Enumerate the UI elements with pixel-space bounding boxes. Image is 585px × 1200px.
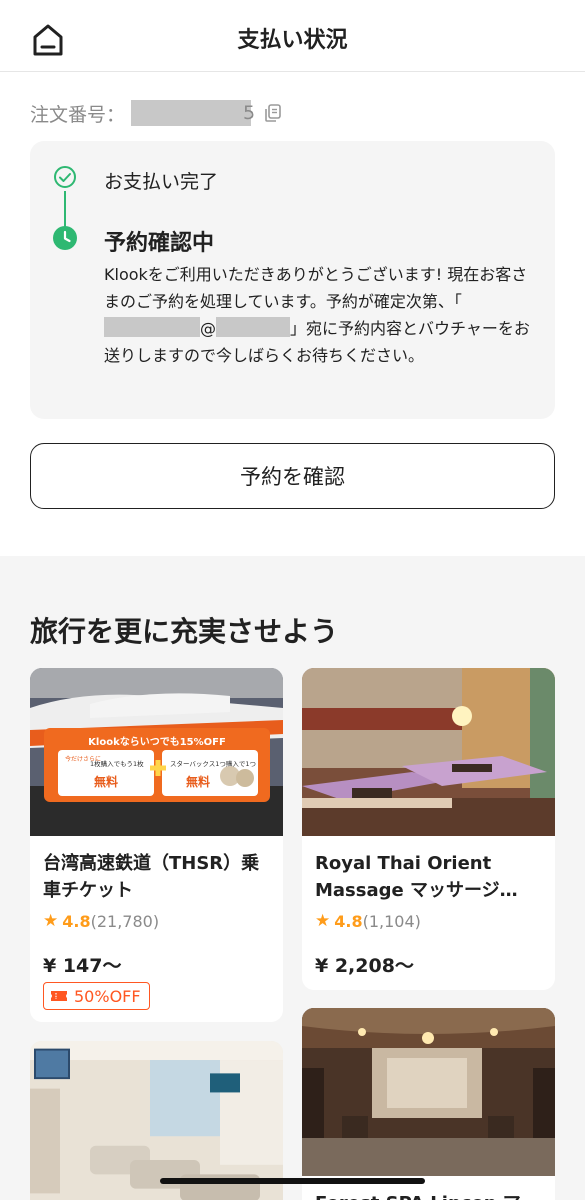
- thsr-banner-image: Klookならいつでも15%OFF 今だけさらに 1枚購入でもう1枚 無料 スタ…: [30, 668, 283, 836]
- review-count: (1,104): [362, 911, 421, 931]
- product-price: ¥ 2,208〜: [315, 955, 414, 977]
- top-bar: 支払い状況: [0, 0, 585, 72]
- svg-text:スターバックス1つ購入で1つ: スターバックス1つ購入で1つ: [170, 759, 256, 768]
- product-rating: ★ 4.8 (21,780): [43, 911, 159, 931]
- home-indicator: [160, 1178, 425, 1184]
- email-redacted-domain: [216, 317, 290, 337]
- product-price: ¥ 147〜: [43, 955, 122, 977]
- check-circle-icon: [54, 166, 76, 188]
- order-number-tail: 5: [243, 102, 256, 124]
- copy-icon[interactable]: [263, 103, 283, 123]
- booking-confirming-label: 予約確認中: [104, 231, 215, 256]
- page-title: 支払い状況: [237, 28, 348, 53]
- ticket-icon: [51, 991, 67, 1001]
- payment-complete-label: お支払い完了: [104, 171, 219, 193]
- recommendation-section: 旅行を更に充実させよう Klookならいつでも15%OFF 今だけさらに 1枚購…: [0, 556, 585, 1200]
- massage-room-image: [302, 668, 555, 836]
- product-card-forest-spa[interactable]: Forest SPA Lincon マ: [302, 1008, 555, 1200]
- discount-label: 50%OFF: [74, 986, 141, 1006]
- rating-value: 4.8: [334, 911, 363, 931]
- rating-value: 4.8: [62, 911, 91, 931]
- product-card-thsr[interactable]: Klookならいつでも15%OFF 今だけさらに 1枚購入でもう1枚 無料 スタ…: [30, 668, 283, 1022]
- booking-status-card: お支払い完了 予約確認中 Klookをご利用いただきありがとうございます! 現在…: [30, 141, 555, 419]
- svg-text:無料: 無料: [94, 774, 118, 789]
- desc-at: @: [200, 319, 216, 338]
- svg-text:無料: 無料: [186, 774, 210, 789]
- star-icon: ★: [315, 911, 331, 931]
- review-count: (21,780): [90, 911, 160, 931]
- order-number-label: 注文番号：: [30, 103, 126, 126]
- recommendation-title: 旅行を更に充実させよう: [30, 615, 339, 648]
- svg-text:1枚購入でもう1枚: 1枚購入でもう1枚: [90, 759, 144, 768]
- step-connector: [64, 191, 66, 229]
- desc-part-1: Klookをご利用いただきありがとうございます! 現在お客さまのご予約を処理して…: [104, 265, 528, 311]
- email-redacted-user: [104, 317, 200, 337]
- view-booking-button[interactable]: 予約を確認: [30, 443, 555, 509]
- product-name: Royal Thai Orient Massage マッサージ…: [315, 853, 518, 901]
- discount-badge: 50%OFF: [43, 982, 150, 1010]
- product-card-foot-spa[interactable]: [30, 1041, 283, 1200]
- svg-text:Klookならいつでも15%OFF: Klookならいつでも15%OFF: [88, 736, 226, 748]
- foot-spa-salon-image: [30, 1041, 283, 1200]
- product-name: Forest SPA Lincon マ: [315, 1190, 543, 1200]
- product-rating: ★ 4.8 (1,104): [315, 911, 421, 931]
- forest-spa-image: [302, 1008, 555, 1176]
- clock-icon: [53, 226, 77, 250]
- order-number-row: 注文番号： 5: [30, 98, 283, 128]
- product-card-royal-thai[interactable]: Royal Thai Orient Massage マッサージ… ★ 4.8 (…: [302, 668, 555, 990]
- order-number-redacted: [131, 100, 252, 126]
- product-name: 台湾高速鉄道（THSR）乗車チケット: [43, 853, 260, 901]
- booking-status-description: Klookをご利用いただきありがとうございます! 現在お客さまのご予約を処理して…: [104, 261, 536, 369]
- star-icon: ★: [43, 911, 59, 931]
